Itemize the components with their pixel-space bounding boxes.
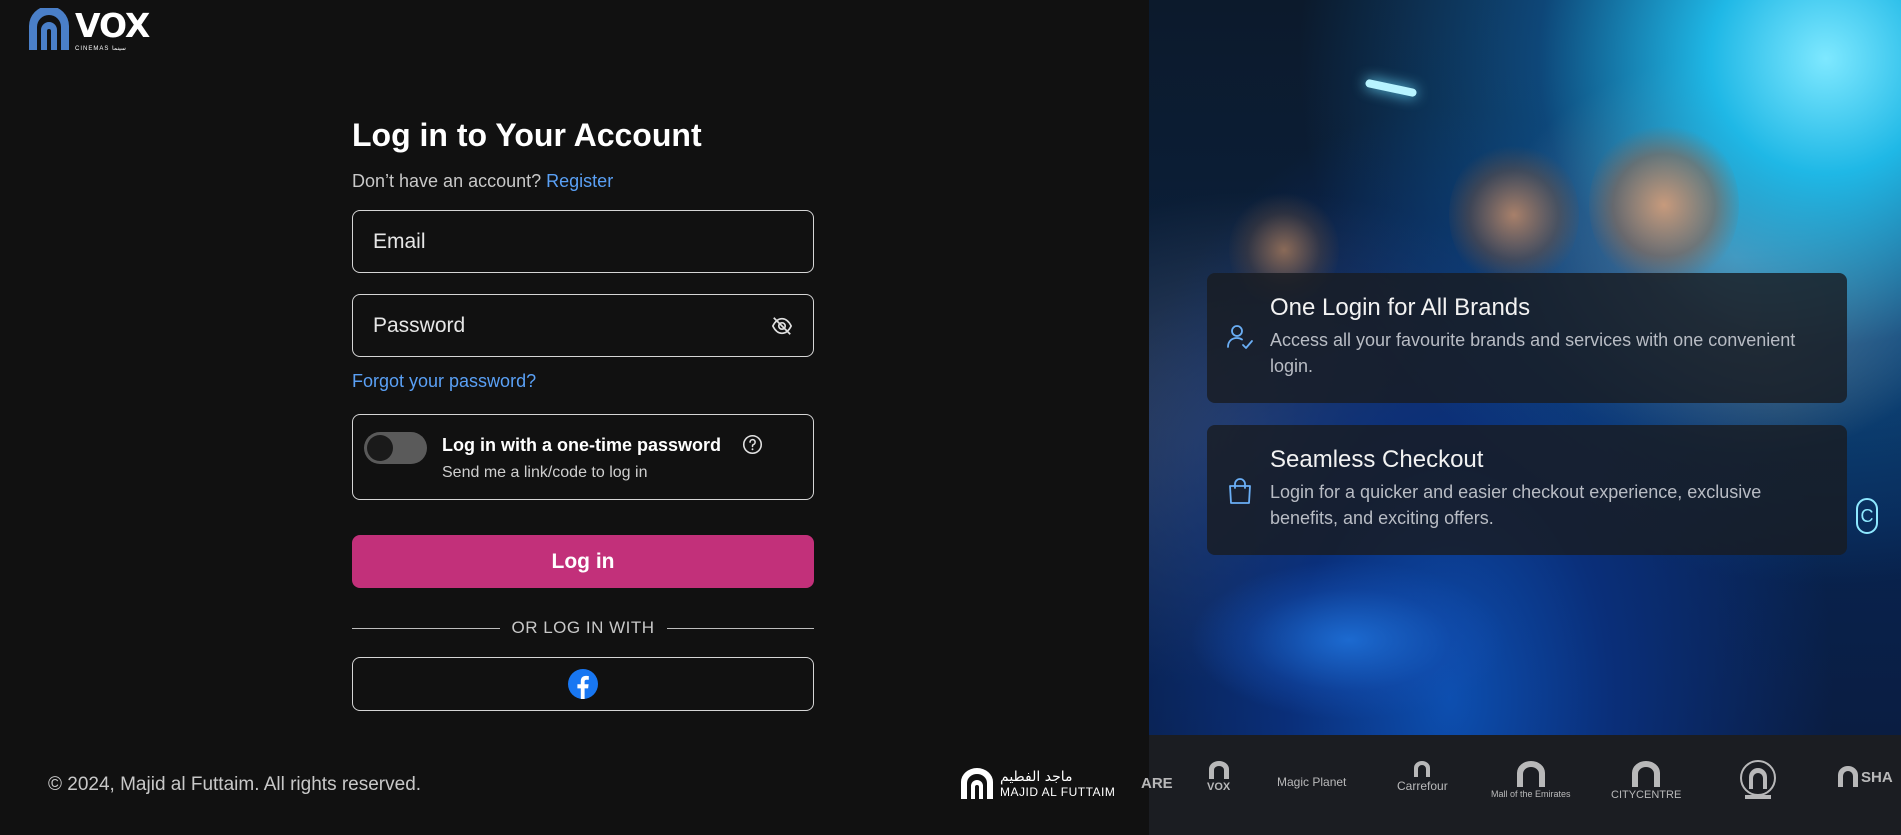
logo-wordmark: VOX (75, 6, 150, 45)
page-title: Log in to Your Account (352, 117, 702, 153)
login-form: Log in to Your Account Don’t have an acc… (352, 112, 814, 711)
copyright-text: © 2024, Majid al Futtaim. All rights res… (48, 774, 422, 795)
audience-figure (1589, 120, 1739, 290)
otp-option-box: Log in with a one-time password Send me … (352, 414, 814, 500)
login-pane: VOX CINEMAS سينما Log in to Your Account… (0, 0, 1149, 835)
vox-mark-icon (29, 8, 69, 50)
feature-card: One Login for All Brands Access all your… (1207, 273, 1847, 403)
vox-logo[interactable]: VOX CINEMAS سينما (25, 8, 160, 56)
divider-text: OR LOG IN WITH (511, 618, 655, 637)
brand-logo: ARE (1141, 775, 1173, 792)
social-divider: OR LOG IN WITH (352, 617, 814, 639)
forgot-password-link[interactable]: Forgot your password? (352, 369, 814, 393)
facebook-login-button[interactable] (352, 657, 814, 711)
brand-logo: Carrefour (1397, 761, 1448, 793)
brand-logo (1739, 759, 1777, 801)
register-prompt: Don’t have an account? Register (352, 169, 814, 193)
user-check-icon (1227, 325, 1253, 349)
maf-english-name: MAJID AL FUTTAIM (1000, 785, 1116, 799)
ceiling-light (1364, 78, 1418, 98)
brands-strip: ARE VOX Magic Planet Carrefour Mall of t… (1141, 735, 1901, 835)
facebook-icon (568, 669, 598, 699)
otp-subtitle: Send me a link/code to log in (442, 464, 648, 481)
brand-logo: SHA (1837, 765, 1893, 787)
logo-tagline: CINEMAS سينما (75, 46, 126, 52)
brand-logo: CITYCENTRE (1611, 761, 1681, 801)
carrefour-mark-icon (1414, 761, 1431, 777)
shopping-bag-icon (1229, 478, 1251, 504)
cinema-seat (1189, 560, 1509, 720)
feature-title: Seamless Checkout (1270, 446, 1484, 473)
vox-mark-icon (1208, 761, 1229, 779)
eye-off-icon[interactable] (771, 315, 793, 337)
brand-logo: VOX (1207, 761, 1230, 793)
toggle-knob (367, 435, 393, 461)
email-field-wrapper (352, 210, 814, 273)
majid-al-futtaim-logo: ماجد الفطيم MAJID AL FUTTAIM (960, 768, 1115, 800)
password-field[interactable] (373, 313, 793, 338)
feature-title: One Login for All Brands (1270, 294, 1531, 321)
maf-arabic-name: ماجد الفطيم (1000, 769, 1073, 785)
feature-text: Access all your favourite brands and ser… (1270, 330, 1796, 376)
help-circle-icon[interactable] (742, 434, 763, 455)
otp-toggle[interactable] (364, 432, 427, 464)
register-link[interactable]: Register (546, 171, 613, 191)
divider-line (352, 627, 500, 629)
brand-logo: Mall of the Emirates (1491, 761, 1571, 799)
password-field-wrapper (352, 294, 814, 357)
brand-logo: Magic Planet (1277, 775, 1347, 789)
moe-mark-icon (1516, 761, 1545, 787)
feature-card: Seamless Checkout Login for a quicker an… (1207, 425, 1847, 555)
c-logo-icon: C (1856, 498, 1878, 534)
divider-line (666, 627, 814, 629)
share-mark-icon (1838, 766, 1858, 787)
brand-seal-icon (1740, 760, 1776, 799)
audience-figure (1449, 140, 1579, 290)
email-field[interactable] (373, 229, 793, 254)
login-button[interactable]: Log in (352, 535, 814, 588)
otp-title: Log in with a one-time password (442, 435, 722, 455)
no-account-text: Don’t have an account? (352, 171, 542, 191)
hero-image: One Login for All Brands Access all your… (1149, 0, 1901, 735)
citycentre-mark-icon (1632, 761, 1661, 787)
maf-mark-icon (961, 768, 993, 799)
feature-text: Login for a quicker and easier checkout … (1270, 482, 1762, 528)
